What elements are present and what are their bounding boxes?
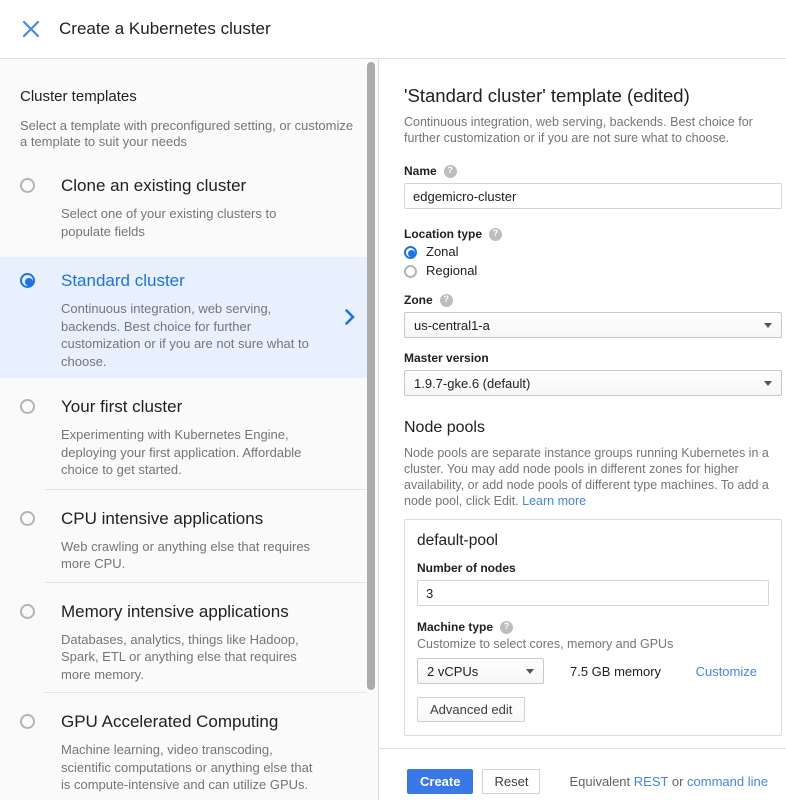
number-of-nodes-label: Number of nodes (417, 561, 516, 575)
chevron-right-icon[interactable] (344, 309, 355, 330)
template-description: Experimenting with Kubernetes Engine, de… (61, 426, 313, 479)
memory-value: 7.5 GB memory (570, 664, 661, 679)
close-button[interactable] (19, 17, 43, 41)
dialog-header: Create a Kubernetes cluster (0, 0, 786, 59)
help-icon[interactable]: ? (500, 621, 513, 634)
radio-unselected-icon[interactable] (20, 178, 35, 193)
template-option-clone[interactable]: Clone an existing cluster Select one of … (0, 162, 367, 257)
radio-unselected-icon[interactable] (20, 399, 35, 414)
name-label: Name (404, 164, 437, 178)
advanced-edit-button[interactable]: Advanced edit (417, 697, 525, 722)
customize-link[interactable]: Customize (696, 664, 757, 679)
radio-unselected-icon[interactable] (20, 604, 35, 619)
create-button[interactable]: Create (407, 769, 473, 794)
node-pools-heading: Node pools (404, 418, 782, 437)
template-list: Clone an existing cluster Select one of … (0, 162, 378, 800)
reset-button[interactable]: Reset (482, 769, 540, 794)
sidebar-scrollbar[interactable] (367, 62, 375, 690)
radio-unselected-icon[interactable] (20, 511, 35, 526)
zone-value: us-central1-a (414, 318, 490, 333)
template-detail-title: 'Standard cluster' template (edited) (404, 85, 782, 106)
location-regional-option[interactable]: Regional (404, 263, 782, 279)
zone-label-row: Zone ? (404, 293, 782, 307)
name-label-row: Name ? (404, 164, 782, 178)
templates-description: Select a template with preconfigured set… (20, 118, 358, 150)
template-description: Web crawling or anything else that requi… (61, 538, 313, 573)
template-description: Databases, analytics, things like Hadoop… (61, 631, 313, 684)
template-option-first-cluster[interactable]: Your first cluster Experimenting with Ku… (0, 378, 367, 489)
equivalent-text: Equivalent REST or command line (569, 774, 768, 789)
dropdown-caret-icon (764, 381, 772, 386)
template-description: Continuous integration, web serving, bac… (61, 300, 313, 370)
zonal-label: Zonal (426, 244, 459, 260)
machine-type-select[interactable]: 2 vCPUs (417, 658, 544, 684)
command-line-link[interactable]: command line (687, 774, 768, 789)
dropdown-caret-icon (526, 669, 534, 674)
location-type-label: Location type (404, 227, 482, 241)
template-title: Standard cluster (61, 271, 313, 291)
machine-type-hint: Customize to select cores, memory and GP… (417, 637, 769, 652)
rest-link[interactable]: REST (634, 774, 668, 789)
machine-type-value: 2 vCPUs (427, 664, 478, 679)
dropdown-caret-icon (764, 323, 772, 328)
help-icon[interactable]: ? (440, 294, 453, 307)
pool-name: default-pool (417, 532, 769, 549)
template-option-memory[interactable]: Memory intensive applications Databases,… (0, 582, 367, 693)
template-title: CPU intensive applications (61, 509, 313, 529)
page-title: Create a Kubernetes cluster (59, 19, 271, 39)
radio-selected-icon[interactable] (404, 246, 417, 259)
template-detail-panel: 'Standard cluster' template (edited) Con… (379, 59, 786, 800)
help-icon[interactable]: ? (444, 165, 457, 178)
master-version-label-row: Master version (404, 351, 782, 365)
templates-heading: Cluster templates (20, 88, 358, 105)
template-option-cpu[interactable]: CPU intensive applications Web crawling … (0, 489, 367, 582)
template-option-gpu[interactable]: GPU Accelerated Computing Machine learni… (0, 692, 367, 800)
cluster-name-input[interactable] (404, 183, 782, 209)
template-option-standard[interactable]: Standard cluster Continuous integration,… (0, 257, 367, 378)
radio-unselected-icon[interactable] (20, 714, 35, 729)
learn-more-link[interactable]: Learn more (522, 494, 586, 508)
location-type-label-row: Location type ? (404, 227, 782, 241)
node-pools-description: Node pools are separate instance groups … (404, 445, 782, 509)
zone-select[interactable]: us-central1-a (404, 312, 782, 338)
master-version-label: Master version (404, 351, 489, 365)
number-of-nodes-label-row: Number of nodes (417, 561, 769, 575)
machine-type-row: 2 vCPUs 7.5 GB memory Customize (417, 658, 769, 684)
zone-label: Zone (404, 293, 433, 307)
template-title: Your first cluster (61, 397, 313, 417)
default-pool-card: default-pool Number of nodes Machine typ… (404, 519, 782, 736)
machine-type-label: Machine type (417, 620, 493, 634)
radio-unselected-icon[interactable] (404, 265, 417, 278)
help-icon[interactable]: ? (489, 228, 502, 241)
close-icon (22, 20, 40, 38)
template-title: Clone an existing cluster (61, 176, 313, 196)
template-title: GPU Accelerated Computing (61, 712, 313, 732)
template-title: Memory intensive applications (61, 602, 313, 622)
radio-selected-icon[interactable] (20, 273, 35, 288)
template-description: Machine learning, video transcoding, sci… (61, 741, 313, 794)
master-version-select[interactable]: 1.9.7-gke.6 (default) (404, 370, 782, 396)
master-version-value: 1.9.7-gke.6 (default) (414, 376, 530, 391)
machine-type-label-row: Machine type ? (417, 620, 769, 634)
number-of-nodes-input[interactable] (417, 580, 769, 606)
cluster-templates-panel: Cluster templates Select a template with… (0, 59, 379, 800)
template-detail-description: Continuous integration, web serving, bac… (404, 114, 782, 146)
template-description: Select one of your existing clusters to … (61, 205, 313, 240)
dialog-body: Cluster templates Select a template with… (0, 59, 786, 800)
regional-label: Regional (426, 263, 477, 279)
location-zonal-option[interactable]: Zonal (404, 244, 782, 260)
action-bar: Create Reset Equivalent REST or command … (379, 748, 786, 794)
